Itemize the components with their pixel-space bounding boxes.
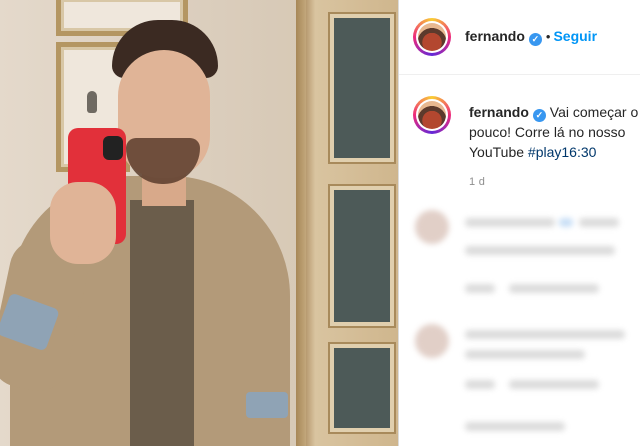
door-panel	[330, 186, 394, 326]
caption-text: fernando ✓ Vai começar o pouco! Corre lá …	[469, 102, 640, 162]
comment-line	[465, 350, 585, 359]
blurred-comments	[399, 200, 640, 446]
door-panel	[330, 14, 394, 162]
caption-line-3: YouTube	[469, 144, 525, 160]
separator-dot: •	[545, 29, 551, 44]
hashtag-link[interactable]: #play16:30	[528, 144, 597, 160]
follow-button[interactable]: Seguir	[553, 28, 597, 44]
wooden-door	[306, 0, 398, 446]
door-panel	[330, 344, 394, 432]
avatar[interactable]	[413, 18, 451, 56]
post-timestamp[interactable]: 1 d	[469, 176, 485, 188]
comment-line	[465, 284, 495, 293]
comment-avatar	[415, 210, 449, 244]
caption-avatar[interactable]	[413, 96, 451, 134]
post-photo[interactable]	[0, 0, 398, 446]
comment-line	[465, 380, 495, 389]
comment-line	[509, 284, 599, 293]
comment-line	[465, 218, 555, 227]
comment-line	[509, 380, 599, 389]
comment-line	[465, 246, 615, 255]
shirt	[130, 200, 194, 446]
post-header: fernando ✓ • Seguir	[399, 0, 640, 75]
caption-line-1: Vai começar o	[549, 104, 639, 120]
comment-line	[465, 422, 565, 431]
username-link[interactable]: fernando	[465, 28, 525, 44]
verified-badge-icon: ✓	[528, 33, 542, 46]
header-line: fernando ✓ • Seguir	[465, 28, 597, 46]
phone-camera	[103, 136, 123, 160]
comment-line	[465, 330, 625, 339]
verified-badge-icon: ✓	[532, 109, 546, 122]
sleeve-band	[246, 392, 288, 418]
hand	[50, 182, 116, 264]
comment-avatar	[415, 324, 449, 358]
vase-illustration	[87, 91, 97, 113]
comment-line	[559, 218, 573, 227]
caption-line-2: pouco! Corre lá no nosso	[469, 124, 626, 140]
caption-username-link[interactable]: fernando	[469, 104, 529, 120]
post-side-panel: fernando ✓ • Seguir fernando ✓ Vai começar o…	[398, 0, 640, 446]
comment-line	[579, 218, 619, 227]
